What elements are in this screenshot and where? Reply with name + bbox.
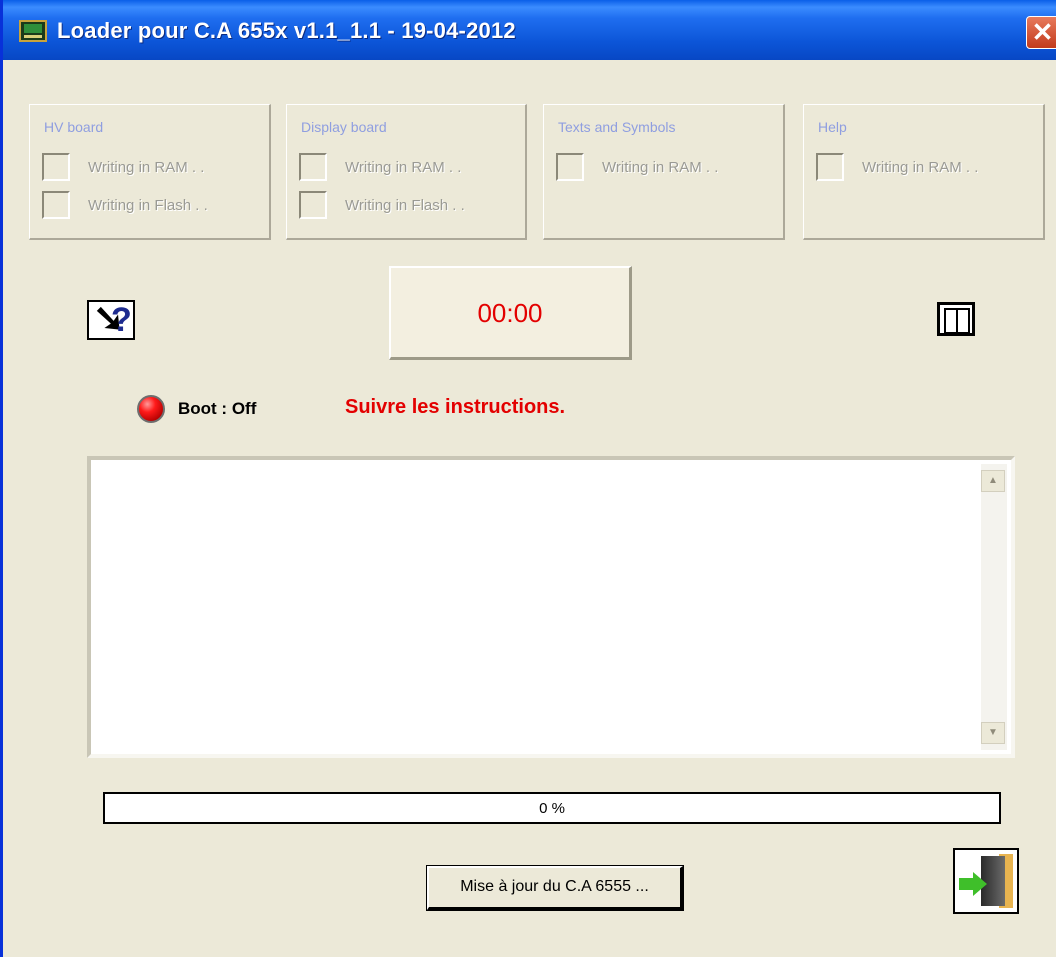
book-icon[interactable] [937,302,975,336]
checkbox-label: Writing in Flash . . [88,197,208,214]
window-title: Loader pour C.A 655x v1.1_1.1 - 19-04-20… [57,18,516,43]
loader-window: Loader pour C.A 655x v1.1_1.1 - 19-04-20… [0,0,1056,957]
group-help: Help Writing in RAM . . [803,104,1045,240]
scroll-down-button[interactable]: ▼ [981,722,1005,744]
progress-bar: 0 % [103,792,1001,824]
update-button[interactable]: Mise à jour du C.A 6555 ... [426,865,684,911]
checkbox-label: Writing in RAM . . [862,159,979,176]
timer-display[interactable]: 00:00 [389,266,632,360]
checkbox-label: Writing in Flash . . [345,197,465,214]
group-title: HV board [44,119,104,135]
group-hv-board: HV board Writing in RAM . . Writing in F… [29,104,271,240]
vertical-scrollbar[interactable]: ▲ ▼ [981,464,1007,750]
boot-status-label: Boot : Off [178,399,257,418]
checkbox-label: Writing in RAM . . [345,159,462,176]
checkbox[interactable] [42,153,70,181]
checkbox[interactable] [556,153,584,181]
group-display-board: Display board Writing in RAM . . Writing… [286,104,527,240]
progress-label: 0 % [539,800,565,817]
question-mark-glyph: ? [111,301,132,339]
checkbox-label: Writing in RAM . . [602,159,719,176]
app-icon [19,20,47,42]
group-title: Texts and Symbols [558,119,676,135]
checkbox[interactable] [299,153,327,181]
close-button[interactable]: ✕ [1026,16,1056,49]
checkbox-label: Writing in RAM . . [88,159,205,176]
boot-led-indicator [137,395,165,423]
group-texts-symbols: Texts and Symbols Writing in RAM . . [543,104,785,240]
checkbox[interactable] [816,153,844,181]
group-title: Display board [301,119,387,135]
scroll-up-button[interactable]: ▲ [981,470,1005,492]
checkbox[interactable] [299,191,327,219]
checkbox[interactable] [42,191,70,219]
instructions-text: Suivre les instructions. [345,396,566,418]
help-cursor-icon[interactable]: ➘ ? [87,299,135,340]
log-textarea[interactable]: ▲ ▼ [87,456,1015,758]
group-title: Help [818,119,847,135]
exit-door-icon[interactable] [953,848,1019,914]
title-bar[interactable]: Loader pour C.A 655x v1.1_1.1 - 19-04-20… [3,0,1056,60]
